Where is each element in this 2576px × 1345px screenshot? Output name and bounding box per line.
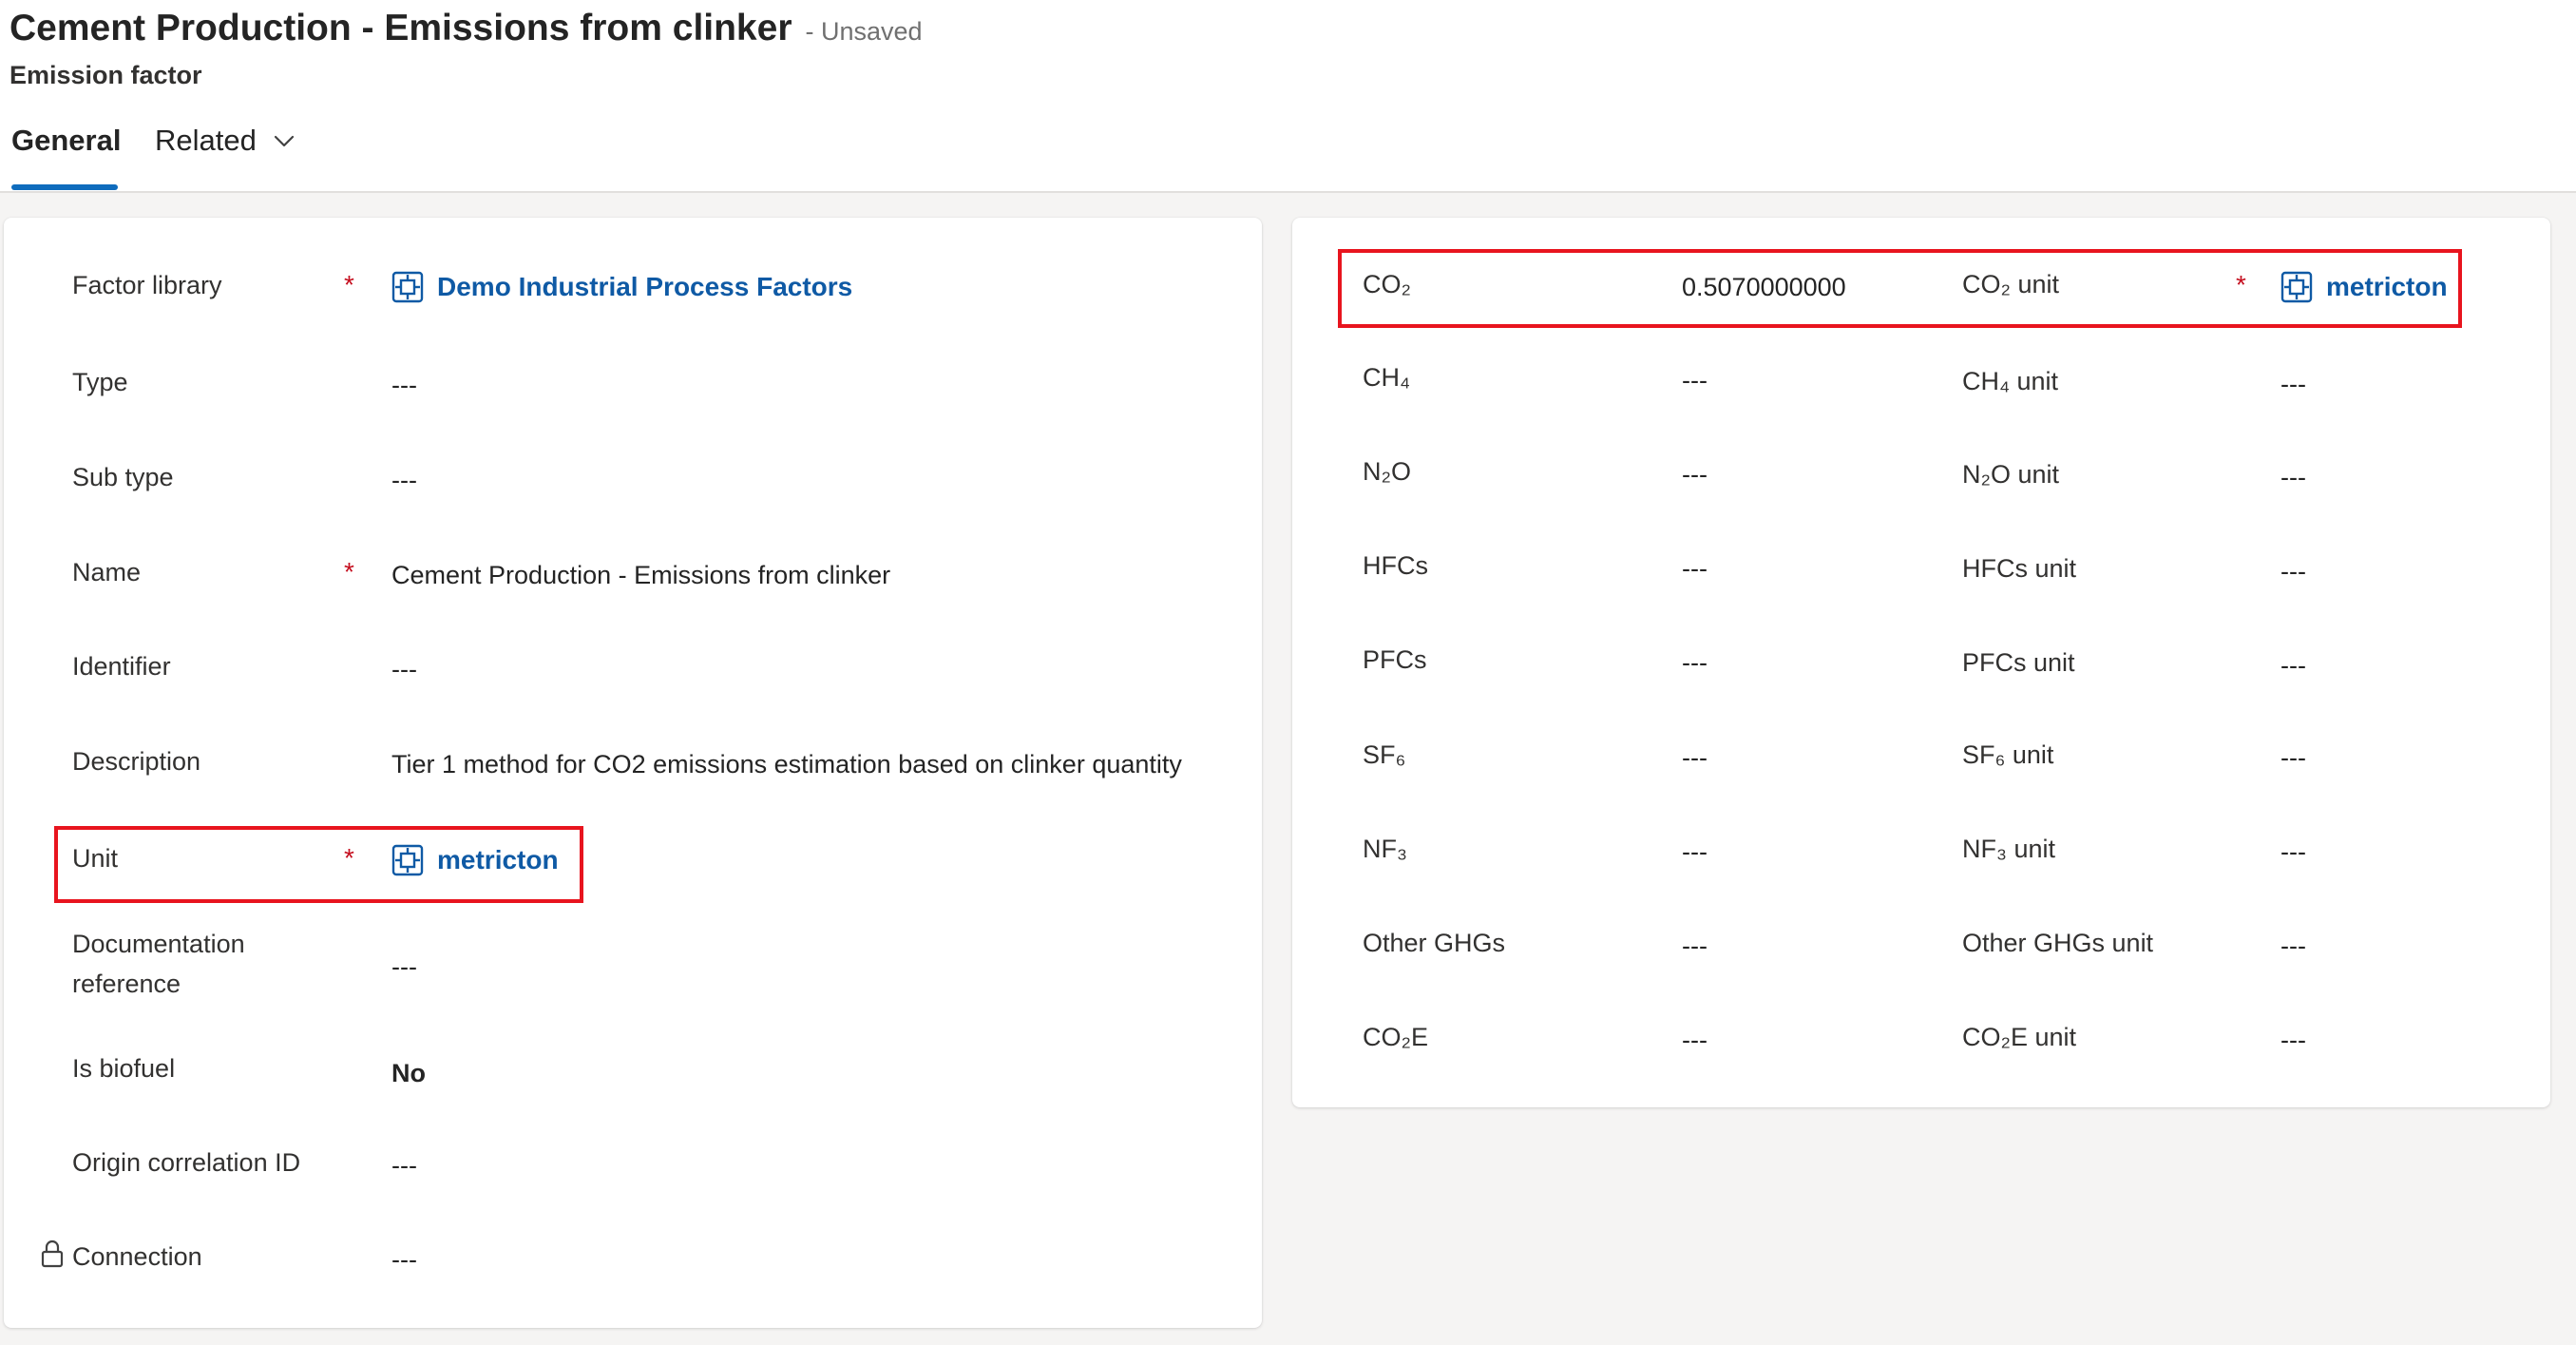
tab-related-label: Related: [155, 124, 257, 157]
identifier-value[interactable]: ---: [391, 650, 417, 689]
tab-related[interactable]: Related: [155, 124, 296, 158]
connection-value[interactable]: ---: [391, 1240, 417, 1279]
lock-icon: [41, 1239, 64, 1268]
pfcs-label: PFCs: [1363, 645, 1427, 674]
n2o-unit-value[interactable]: ---: [2280, 458, 2306, 497]
chevron-down-icon: [274, 135, 294, 147]
nf3-unit-value[interactable]: ---: [2280, 833, 2306, 872]
sub-type-value[interactable]: ---: [391, 461, 417, 500]
nf3-value[interactable]: ---: [1682, 833, 1708, 872]
emissions-section: CO₂ 0.5070000000 CO₂ unit * metricton CH…: [1292, 218, 2550, 1107]
general-section: Factor library * Demo Industrial Process…: [4, 218, 1262, 1328]
origin-correlation-id-label: Origin correlation ID: [72, 1148, 301, 1177]
other-ghgs-unit-label: Other GHGs unit: [1962, 929, 2154, 957]
hfcs-unit-value[interactable]: ---: [2280, 552, 2306, 591]
co2e-value[interactable]: ---: [1682, 1021, 1708, 1060]
sf6-value[interactable]: ---: [1682, 739, 1708, 778]
tab-general-label: General: [11, 124, 122, 157]
co2e-unit-label: CO₂E unit: [1962, 1023, 2077, 1051]
nf3-label: NF₃: [1363, 835, 1407, 863]
sf6-unit-value[interactable]: ---: [2280, 739, 2306, 778]
factor-library-lookup[interactable]: Demo Industrial Process Factors: [391, 271, 852, 303]
tab-selected-indicator: [11, 184, 118, 190]
form-header: Cement Production - Emissions from clink…: [0, 0, 2576, 193]
type-value[interactable]: ---: [391, 366, 417, 405]
pfcs-value[interactable]: ---: [1682, 644, 1708, 682]
required-marker: *: [344, 557, 354, 586]
documentation-reference-label-line2: reference: [72, 970, 181, 998]
ch4-value[interactable]: ---: [1682, 361, 1708, 400]
other-ghgs-label: Other GHGs: [1363, 929, 1506, 957]
connection-label: Connection: [72, 1242, 202, 1271]
hfcs-value[interactable]: ---: [1682, 549, 1708, 588]
other-ghgs-unit-value[interactable]: ---: [2280, 927, 2306, 966]
identifier-label: Identifier: [72, 652, 171, 681]
description-value[interactable]: Tier 1 method for CO2 emissions estimati…: [391, 745, 1182, 784]
ch4-unit-label: CH₄ unit: [1962, 367, 2059, 395]
name-label: Name: [72, 558, 142, 586]
n2o-label: N₂O: [1363, 457, 1411, 486]
is-biofuel-label: Is biofuel: [72, 1054, 176, 1083]
documentation-reference-value[interactable]: ---: [391, 948, 417, 987]
factor-library-label: Factor library: [72, 271, 222, 299]
title-row: Cement Production - Emissions from clink…: [10, 8, 923, 49]
origin-correlation-id-value[interactable]: ---: [391, 1146, 417, 1185]
sub-type-label: Sub type: [72, 463, 174, 491]
pfcs-unit-label: PFCs unit: [1962, 648, 2075, 677]
is-biofuel-value[interactable]: No: [391, 1054, 426, 1093]
other-ghgs-value[interactable]: ---: [1682, 927, 1708, 966]
save-status: - Unsaved: [805, 17, 923, 46]
documentation-reference-label-line1: Documentation: [72, 930, 245, 958]
entity-record-icon: [391, 271, 424, 303]
page-title: Cement Production - Emissions from clink…: [10, 8, 792, 48]
n2o-value[interactable]: ---: [1682, 455, 1708, 494]
ch4-label: CH₄: [1363, 363, 1411, 392]
pfcs-unit-value[interactable]: ---: [2280, 646, 2306, 685]
factor-library-link[interactable]: Demo Industrial Process Factors: [437, 272, 852, 302]
name-value[interactable]: Cement Production - Emissions from clink…: [391, 556, 890, 595]
entity-name: Emission factor: [10, 61, 202, 89]
co2e-unit-value[interactable]: ---: [2280, 1021, 2306, 1060]
unit-highlight-box: [54, 826, 583, 903]
co2e-label: CO₂E: [1363, 1023, 1428, 1051]
co2-highlight-box: [1338, 249, 2462, 328]
n2o-unit-label: N₂O unit: [1962, 460, 2060, 489]
ch4-unit-value[interactable]: ---: [2280, 365, 2306, 404]
nf3-unit-label: NF₃ unit: [1962, 835, 2056, 863]
hfcs-unit-label: HFCs unit: [1962, 554, 2077, 583]
sf6-label: SF₆: [1363, 740, 1406, 769]
type-label: Type: [72, 368, 128, 396]
required-marker: *: [344, 270, 354, 299]
hfcs-label: HFCs: [1363, 551, 1428, 580]
description-label: Description: [72, 747, 201, 776]
sf6-unit-label: SF₆ unit: [1962, 740, 2054, 769]
tab-general[interactable]: General: [11, 124, 121, 158]
